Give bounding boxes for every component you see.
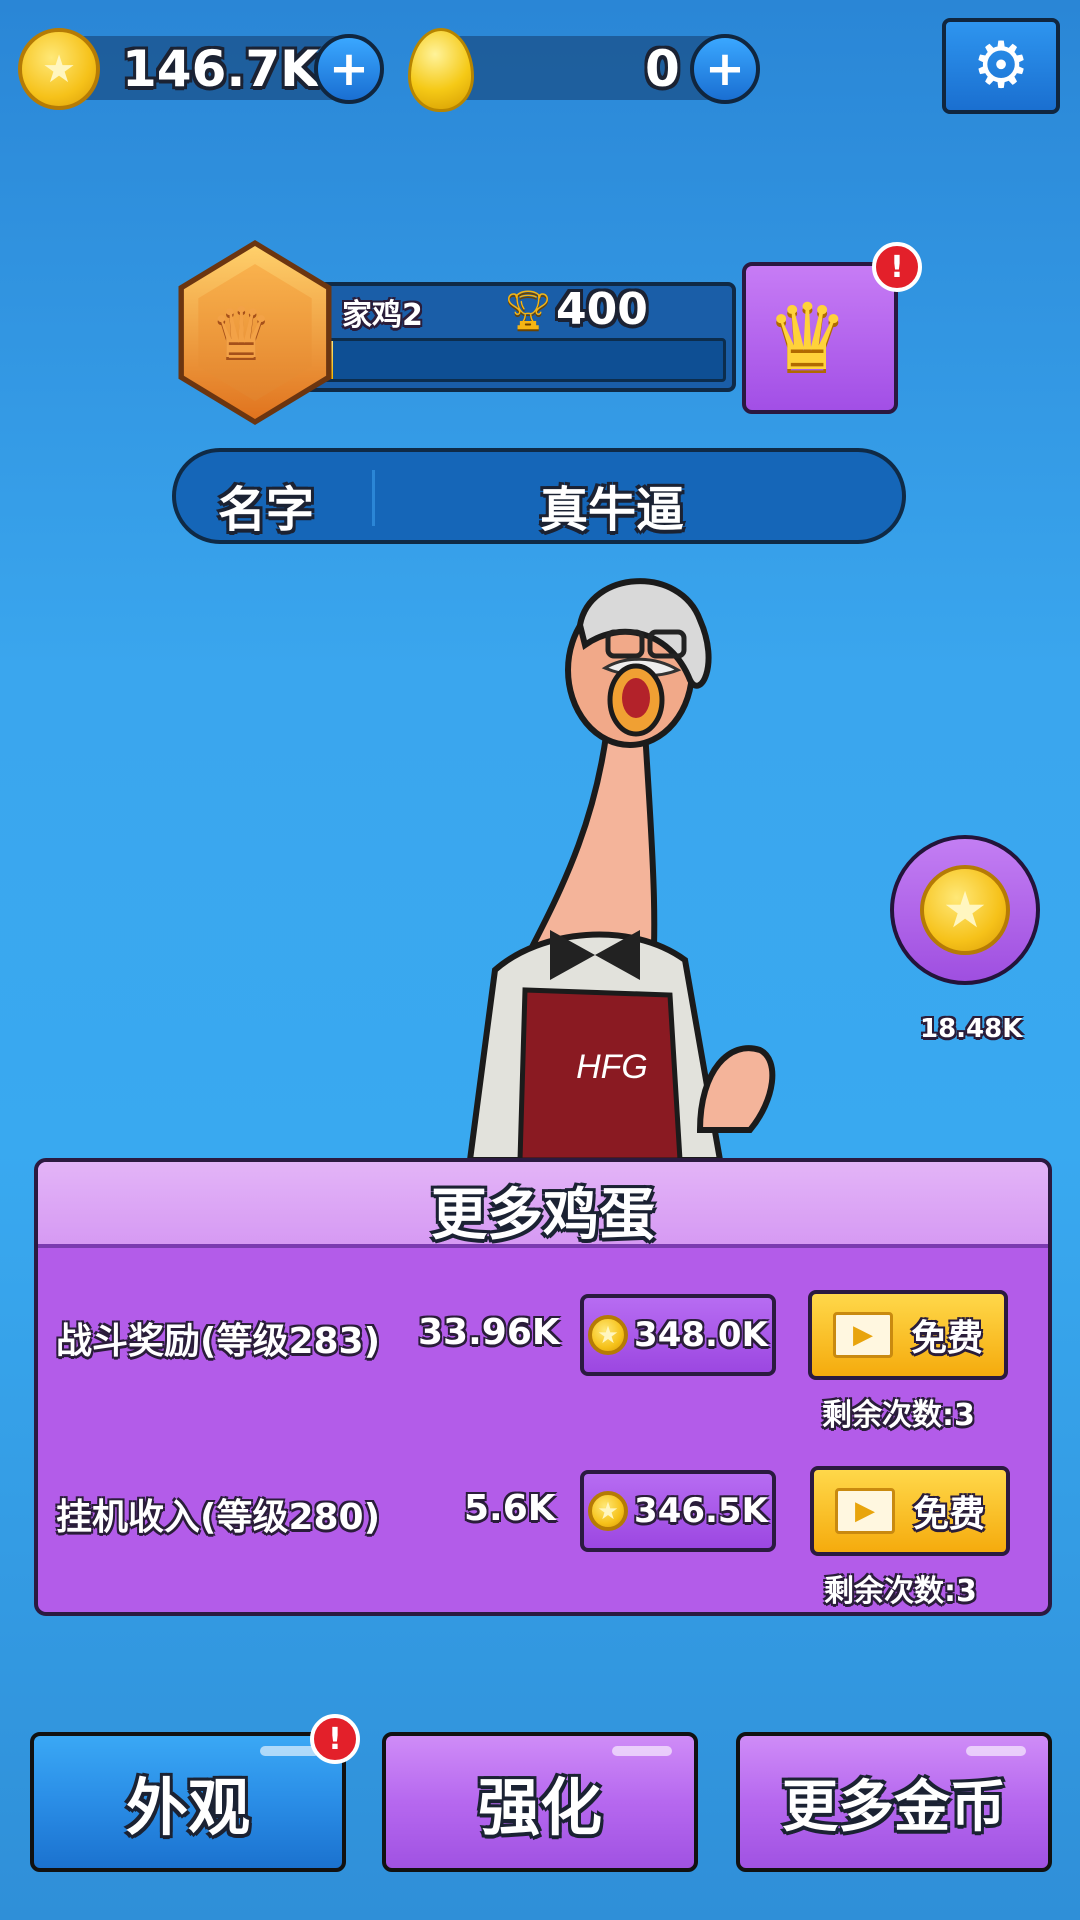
coin-icon: ★ [588, 1491, 629, 1531]
name-divider [372, 470, 375, 526]
more-coins-label: 更多金币 [782, 1774, 1006, 1840]
upgrade-label: 强化 [477, 1771, 602, 1844]
play-video-icon: ▶ [834, 1488, 895, 1534]
eggs-value: 0 [645, 40, 680, 98]
coin-icon: ★ [920, 865, 1010, 955]
settings-button[interactable]: ⚙ [942, 18, 1060, 114]
battle-reward-remaining: 剩余次数:3 [822, 1398, 975, 1433]
appearance-label: 外观 [125, 1771, 250, 1844]
coins-value: 146.7K [122, 40, 319, 98]
battle-reward-upgrade-button[interactable]: ★ 348.0K [580, 1294, 776, 1376]
rank-name: 家鸡2 [342, 298, 423, 333]
idle-income-value: 5.6K [464, 1488, 556, 1529]
idle-coin-reward-button[interactable]: ★ [890, 835, 1040, 985]
chicken-character: HFG [400, 570, 800, 1163]
battle-reward-free-button[interactable]: ▶ 免费 [808, 1290, 1008, 1380]
gear-icon: ⚙ [972, 29, 1030, 103]
alert-icon: ! [872, 242, 922, 292]
battle-reward-label: 战斗奖励(等级283) [56, 1321, 381, 1362]
idle-income-label: 挂机收入(等级280) [56, 1497, 381, 1538]
plus-icon: + [328, 41, 370, 97]
crown-rewards-button[interactable]: ♛ [742, 262, 898, 414]
idle-income-upgrade-button[interactable]: ★ 346.5K [580, 1470, 776, 1552]
player-name: 真牛逼 [540, 482, 685, 538]
star-icon: ★ [942, 881, 988, 939]
more-eggs-panel: 更多鸡蛋 战斗奖励(等级283) 33.96K ★ 348.0K ▶ 免费 剩余… [34, 1158, 1052, 1616]
trophy-count: 400 [556, 284, 648, 335]
plus-icon: + [704, 41, 746, 97]
rank-badge: ♛ [170, 240, 340, 425]
star-icon: ★ [597, 1321, 619, 1349]
more-eggs-title: 更多鸡蛋 [431, 1183, 655, 1248]
name-label: 名字 [218, 482, 315, 538]
star-icon: ★ [41, 47, 77, 91]
apron-logo: HFG [576, 1048, 648, 1086]
appearance-button[interactable]: 外观 [30, 1732, 346, 1872]
idle-income-remaining: 剩余次数:3 [824, 1574, 977, 1609]
add-eggs-button[interactable]: + [690, 34, 760, 104]
coin-icon: ★ [18, 28, 100, 110]
upgrade-button[interactable]: 强化 [382, 1732, 698, 1872]
coin-icon: ★ [588, 1315, 629, 1355]
more-coins-button[interactable]: 更多金币 [736, 1732, 1052, 1872]
crown-icon: ♛ [210, 292, 273, 374]
battle-reward-value: 33.96K [418, 1312, 560, 1353]
idle-income-cost: 346.5K [634, 1491, 768, 1531]
idle-coin-reward-value: 18.48K [920, 1014, 1023, 1044]
star-icon: ★ [597, 1497, 619, 1525]
add-coins-button[interactable]: + [314, 34, 384, 104]
idle-income-free-label: 免费 [912, 1494, 985, 1535]
trophy-icon: 🏆︎ [504, 288, 553, 332]
play-video-icon: ▶ [832, 1312, 893, 1358]
alert-icon: ! [310, 1714, 360, 1764]
crown-icon: ♛ [766, 284, 849, 391]
name-bar[interactable]: 名字 真牛逼 [172, 448, 906, 544]
rank-progress-bar [318, 338, 726, 382]
chicken-character-art: HFG [466, 578, 776, 1163]
idle-income-free-button[interactable]: ▶ 免费 [810, 1466, 1010, 1556]
battle-reward-free-label: 免费 [910, 1318, 983, 1359]
battle-reward-cost: 348.0K [634, 1315, 768, 1355]
